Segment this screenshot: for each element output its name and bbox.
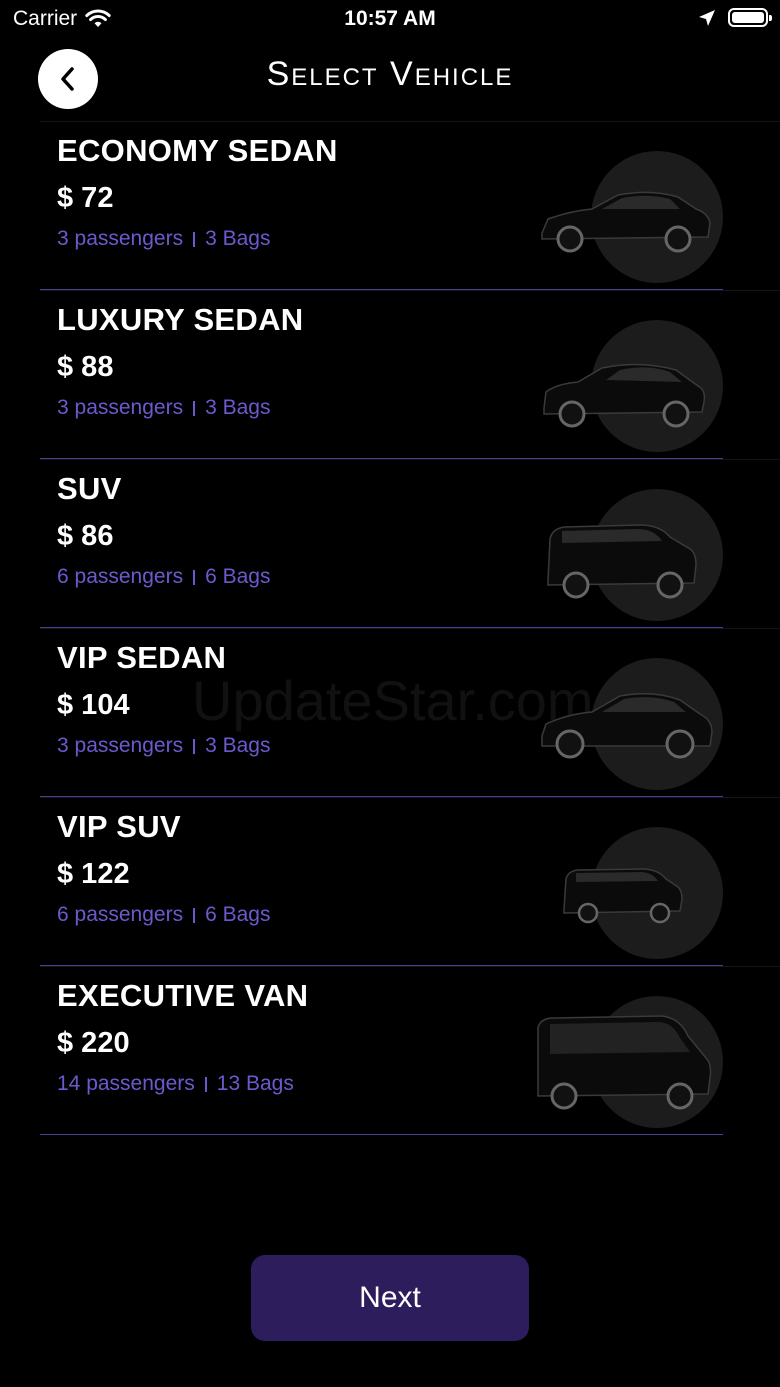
vehicle-name: VIP SEDAN xyxy=(57,640,227,675)
vehicle-row-vip-sedan[interactable]: VIP SEDAN $ 104 3 passengers 3 Bags xyxy=(0,628,780,797)
vehicle-price: $ 86 xyxy=(57,520,114,552)
vip-suv-icon xyxy=(563,868,683,924)
capacity-separator xyxy=(193,231,196,247)
bag-count: 3 Bags xyxy=(205,734,271,757)
capacity-separator xyxy=(193,569,196,585)
van-icon xyxy=(537,1015,712,1110)
capacity-separator xyxy=(193,738,196,754)
vehicle-capacity: 3 passengers 3 Bags xyxy=(57,734,270,758)
bag-count: 3 Bags xyxy=(205,396,271,419)
capacity-separator xyxy=(193,907,196,923)
vehicle-capacity: 3 passengers 3 Bags xyxy=(57,396,270,420)
battery-icon xyxy=(728,8,772,27)
bag-count: 6 Bags xyxy=(205,565,271,588)
status-time: 10:57 AM xyxy=(344,7,436,30)
vehicle-price: $ 88 xyxy=(57,351,114,383)
row-divider-top xyxy=(40,966,780,967)
battery-level xyxy=(732,12,764,23)
passenger-count: 3 passengers xyxy=(57,227,184,250)
vehicle-row-suv[interactable]: SUV $ 86 6 passengers 6 Bags xyxy=(0,459,780,628)
passenger-count: 3 passengers xyxy=(57,734,184,757)
bag-count: 6 Bags xyxy=(205,903,271,926)
row-divider xyxy=(40,1134,723,1135)
status-bar: Carrier 10:57 AM xyxy=(0,0,780,40)
vehicle-capacity: 6 passengers 6 Bags xyxy=(57,565,270,589)
vehicle-row-vip-suv[interactable]: VIP SUV $ 122 6 passengers 6 Bags xyxy=(0,797,780,966)
row-divider-top xyxy=(40,121,780,122)
row-divider-top xyxy=(40,459,780,460)
page-title: Select Vehicle xyxy=(266,55,514,93)
passenger-count: 6 passengers xyxy=(57,903,184,926)
vehicle-row-executive-van[interactable]: EXECUTIVE VAN $ 220 14 passengers 13 Bag… xyxy=(0,966,780,1135)
town-car-icon xyxy=(543,363,706,428)
passenger-count: 3 passengers xyxy=(57,396,184,419)
suv-icon xyxy=(547,524,697,599)
vehicle-name: VIP SUV xyxy=(57,809,181,844)
vehicle-capacity: 14 passengers 13 Bags xyxy=(57,1072,294,1096)
vehicle-price: $ 72 xyxy=(57,182,114,214)
vehicle-price: $ 122 xyxy=(57,858,130,890)
capacity-separator xyxy=(204,1076,207,1092)
capacity-separator xyxy=(193,400,196,416)
vehicle-name: ECONOMY SEDAN xyxy=(57,133,338,168)
vehicle-row-economy-sedan[interactable]: ECONOMY SEDAN $ 72 3 passengers 3 Bags xyxy=(0,121,780,290)
bag-count: 3 Bags xyxy=(205,227,271,250)
vip-sedan-icon xyxy=(541,693,713,759)
vehicle-name: LUXURY SEDAN xyxy=(57,302,304,337)
status-right xyxy=(698,8,772,27)
bag-count: 13 Bags xyxy=(216,1072,294,1095)
vehicle-price: $ 220 xyxy=(57,1027,130,1059)
row-divider-top xyxy=(40,628,780,629)
location-arrow-icon xyxy=(699,9,715,26)
row-divider-top xyxy=(40,290,780,291)
sedan-car-icon xyxy=(541,191,711,253)
vehicle-capacity: 3 passengers 3 Bags xyxy=(57,227,270,251)
vehicle-capacity: 6 passengers 6 Bags xyxy=(57,903,270,927)
vehicle-price: $ 104 xyxy=(57,689,130,721)
passenger-count: 14 passengers xyxy=(57,1072,195,1095)
row-divider-top xyxy=(40,797,780,798)
vehicle-name: EXECUTIVE VAN xyxy=(57,978,309,1013)
vehicle-name: SUV xyxy=(57,471,122,506)
vehicle-list: ECONOMY SEDAN $ 72 3 passengers 3 Bags L… xyxy=(0,121,780,1135)
vehicle-row-luxury-sedan[interactable]: LUXURY SEDAN $ 88 3 passengers 3 Bags xyxy=(0,290,780,459)
next-button[interactable]: Next xyxy=(251,1255,529,1341)
passenger-count: 6 passengers xyxy=(57,565,184,588)
